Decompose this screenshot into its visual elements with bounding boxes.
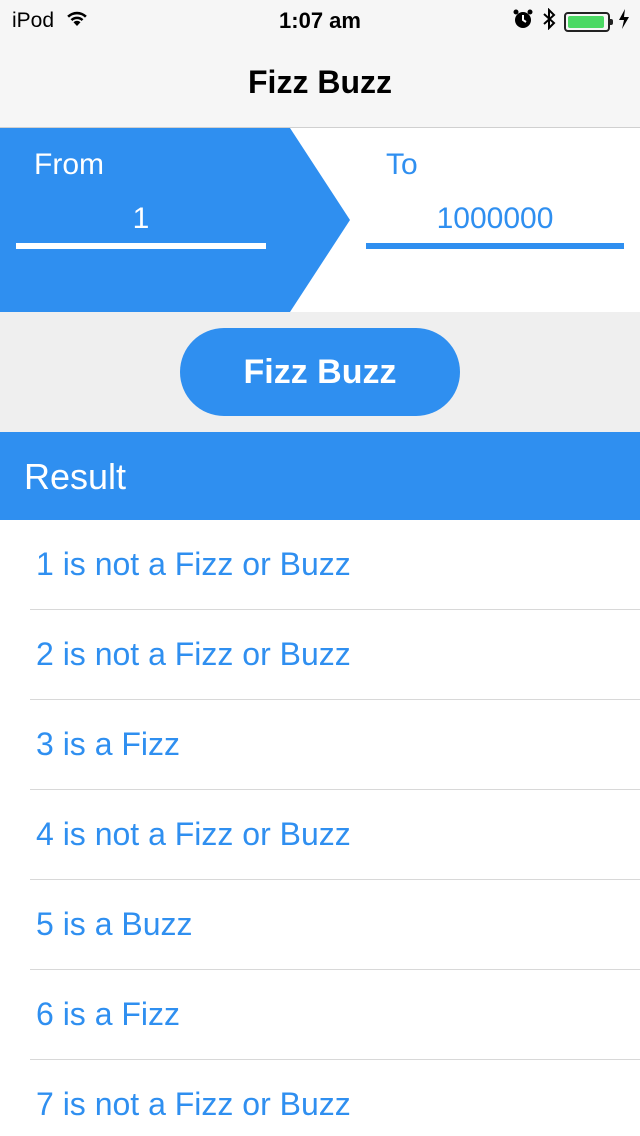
to-field-underline <box>366 243 624 249</box>
to-label: To <box>386 148 418 181</box>
battery-icon <box>564 11 613 32</box>
status-bar: iPod 1:07 am <box>0 0 640 40</box>
result-list[interactable]: 1 is not a Fizz or Buzz 2 is not a Fizz … <box>0 520 640 1136</box>
list-item-text: 5 is a Buzz <box>36 906 193 942</box>
list-item[interactable]: 5 is a Buzz <box>30 880 640 970</box>
list-item-text: 1 is not a Fizz or Buzz <box>36 546 351 582</box>
from-field[interactable]: 1 <box>16 202 266 236</box>
list-item[interactable]: 3 is a Fizz <box>30 700 640 790</box>
list-item[interactable]: 6 is a Fizz <box>30 970 640 1060</box>
action-band: Fizz Buzz <box>0 312 640 432</box>
navigation-bar: iPod 1:07 am Fizz Buzz <box>0 0 640 128</box>
list-item-text: 2 is not a Fizz or Buzz <box>36 636 351 672</box>
list-item-text: 7 is not a Fizz or Buzz <box>36 1086 351 1122</box>
from-label: From <box>34 148 104 181</box>
list-item[interactable]: 1 is not a Fizz or Buzz <box>30 520 640 610</box>
list-item-text: 6 is a Fizz <box>36 996 181 1032</box>
fizz-buzz-button[interactable]: Fizz Buzz <box>180 328 460 416</box>
list-item[interactable]: 4 is not a Fizz or Buzz <box>30 790 640 880</box>
alarm-icon <box>512 8 534 35</box>
result-header: Result <box>0 432 640 520</box>
list-item[interactable]: 2 is not a Fizz or Buzz <box>30 610 640 700</box>
result-title: Result <box>24 456 127 497</box>
list-item-text: 4 is not a Fizz or Buzz <box>36 816 351 852</box>
charging-icon <box>618 8 630 35</box>
range-panel: From 1 To 1000000 <box>0 128 640 312</box>
battery-level <box>568 15 605 28</box>
from-field-underline <box>16 243 266 249</box>
list-item[interactable]: 7 is not a Fizz or Buzz <box>30 1060 640 1136</box>
page-title: Fizz Buzz <box>248 64 392 100</box>
bluetooth-icon <box>542 7 556 35</box>
status-right <box>504 7 630 35</box>
list-item-text: 3 is a Fizz <box>36 726 181 762</box>
to-field[interactable]: 1000000 <box>366 202 624 236</box>
